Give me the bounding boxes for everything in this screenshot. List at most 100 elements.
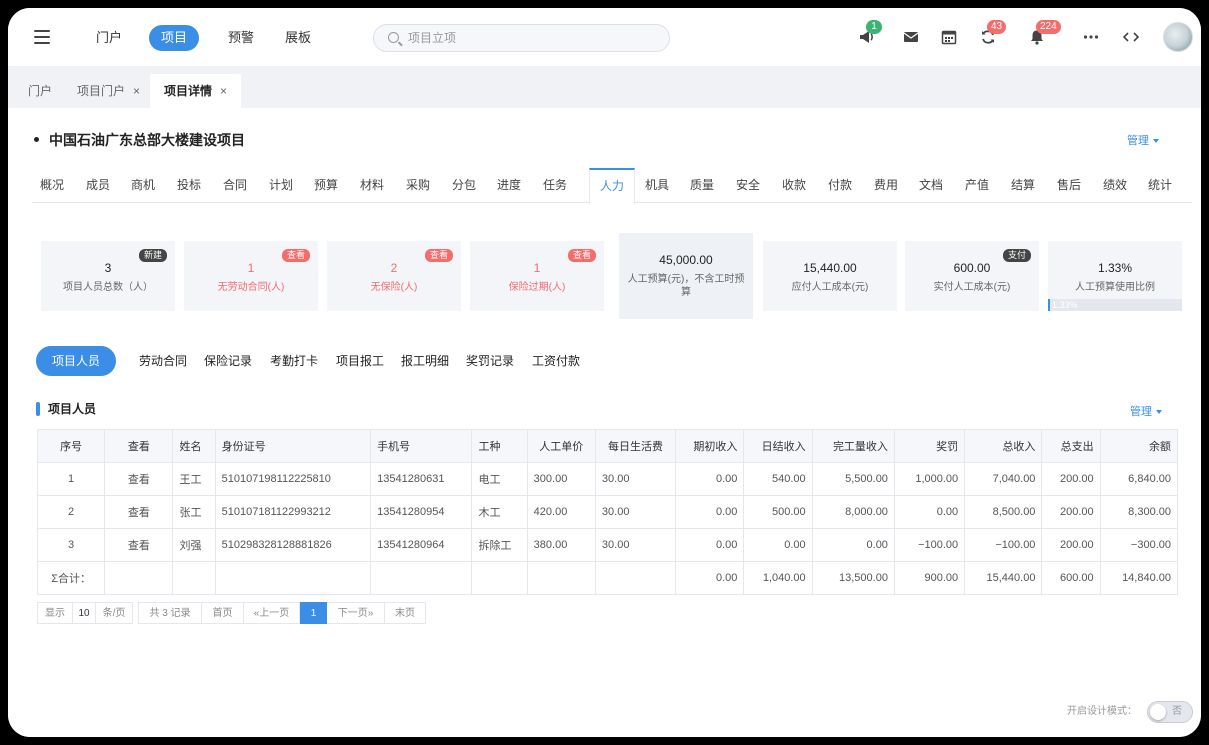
close-icon[interactable]: × [133, 84, 140, 98]
section-manage-dropdown[interactable]: 管理 [1130, 403, 1162, 419]
total-cell [214, 561, 372, 595]
subtab-item[interactable]: 材料 [352, 168, 392, 203]
subtab-item[interactable]: 商机 [123, 168, 163, 203]
subtab-item[interactable]: 进度 [489, 168, 529, 203]
stat-card[interactable]: 1 保险过期(人) 查看 [470, 241, 604, 311]
last-page-button[interactable]: 末页 [385, 602, 426, 624]
table-row: 3 查看 刘强 510298328128881826 13541280964 拆除工 380… [36, 528, 1179, 562]
nav-portal[interactable]: 门户 [84, 25, 134, 51]
tab-portal[interactable]: 门户 [14, 74, 66, 108]
subtab-item[interactable]: 分包 [444, 168, 484, 203]
hr-tab-2[interactable]: 保险记录 [204, 346, 252, 376]
card-action-badge[interactable]: 查看 [281, 249, 310, 262]
search-box[interactable] [373, 24, 670, 52]
menu-icon[interactable] [34, 30, 50, 44]
stat-value: 2 [390, 261, 398, 275]
hr-tab-5[interactable]: 报工明细 [401, 346, 449, 376]
search-icon [388, 32, 399, 43]
total-cell: 1,040.00 [743, 561, 813, 595]
table-cell: 13541280964 [370, 528, 473, 562]
hr-tab-4[interactable]: 项目报工 [336, 346, 384, 376]
view-link[interactable]: 查看 [104, 495, 174, 529]
subtab-item[interactable]: 投标 [169, 168, 209, 203]
nav-warning[interactable]: 预警 [216, 25, 266, 51]
nav-project[interactable]: 项目 [149, 25, 200, 51]
table-cell: 0.00 [811, 528, 895, 562]
card-action-badge[interactable]: 新建 [138, 249, 167, 262]
stat-card[interactable]: 2 无保险(人) 查看 [327, 241, 461, 311]
subtab-item[interactable]: 采购 [398, 168, 438, 203]
nav-board[interactable]: 展板 [273, 25, 323, 51]
manage-dropdown[interactable]: 管理 [1127, 132, 1159, 148]
column-header: 工种 [471, 429, 528, 463]
megaphone-icon[interactable]: 1 [858, 20, 882, 46]
table-cell: 0.00 [675, 462, 745, 496]
subtab-item[interactable]: 安全 [728, 168, 768, 203]
subtab-item[interactable]: 结算 [1003, 168, 1043, 203]
view-link[interactable]: 查看 [104, 528, 174, 562]
search-input[interactable] [408, 25, 658, 51]
hr-tab-0[interactable]: 项目人员 [36, 346, 117, 376]
subtab-item[interactable]: 质量 [682, 168, 722, 203]
first-page-button[interactable]: 首页 [202, 602, 244, 624]
table-cell: 8,500.00 [964, 495, 1043, 529]
bell-badge: 224 [1036, 20, 1061, 34]
code-icon[interactable] [1122, 28, 1140, 46]
subtab-item[interactable]: 统计 [1140, 168, 1180, 203]
card-action-badge[interactable]: 支付 [1002, 249, 1031, 262]
table-cell: 540.00 [743, 462, 813, 496]
stat-card[interactable]: 3 项目人员总数（人） 新建 [41, 241, 175, 311]
card-action-badge[interactable]: 查看 [424, 249, 453, 262]
subtab-item[interactable]: 计划 [261, 168, 301, 203]
subtab-item[interactable]: 合同 [215, 168, 255, 203]
calendar-icon[interactable] [940, 28, 958, 46]
subtab-item[interactable]: 费用 [866, 168, 906, 203]
bell-icon[interactable]: 224 [1028, 20, 1061, 46]
hr-tab-7[interactable]: 工资付款 [532, 346, 580, 376]
subtab-item[interactable]: 任务 [535, 168, 575, 203]
total-cell [370, 561, 473, 595]
subtab-item[interactable]: 成员 [78, 168, 118, 203]
column-header: 日结收入 [743, 429, 813, 463]
table-cell: 0.00 [893, 495, 966, 529]
table-cell: 2 [36, 495, 106, 529]
table-cell: 0.00 [675, 495, 745, 529]
table-cell: 1,000.00 [893, 462, 966, 496]
subtab-item[interactable]: 付款 [820, 168, 860, 203]
subtab-item[interactable]: 绩效 [1095, 168, 1135, 203]
stat-card[interactable]: 1 无劳动合同(人) 查看 [184, 241, 318, 311]
stat-card: 1.33% 人工预算使用比例 1.33% [1048, 241, 1182, 311]
table-cell: 510298328128881826 [214, 528, 372, 562]
next-page-button[interactable]: 下一页» [327, 602, 385, 624]
subtab-item[interactable]: 收款 [774, 168, 814, 203]
progress-text: 1.33% [1052, 300, 1078, 310]
subtab-item[interactable]: 文档 [911, 168, 951, 203]
avatar[interactable] [1163, 22, 1193, 52]
subtab-item[interactable]: 售后 [1049, 168, 1089, 203]
mail-icon[interactable] [902, 28, 920, 46]
prev-page-button[interactable]: «上一页 [244, 602, 300, 624]
column-header: 完工量收入 [811, 429, 895, 463]
design-mode-toggle[interactable]: 否 [1147, 701, 1193, 723]
page-size-select[interactable]: 10 [72, 602, 96, 624]
hr-tab-3[interactable]: 考勤打卡 [270, 346, 318, 376]
subtab-item[interactable]: 产值 [957, 168, 997, 203]
hr-tab-6[interactable]: 奖罚记录 [466, 346, 514, 376]
hr-tab-1[interactable]: 劳动合同 [139, 346, 187, 376]
subtab-item[interactable]: 预算 [306, 168, 346, 203]
card-action-badge[interactable]: 查看 [567, 249, 596, 262]
subtab-item[interactable]: 概况 [32, 168, 72, 203]
table-cell: 30.00 [594, 528, 677, 562]
stat-card[interactable]: 600.00 实付人工成本(元) 支付 [905, 241, 1039, 311]
page-1-button[interactable]: 1 [300, 602, 327, 624]
tab-project-portal[interactable]: 项目门户 × [63, 74, 154, 108]
close-icon[interactable]: × [220, 84, 227, 98]
total-cell: 13,500.00 [811, 561, 895, 595]
sync-icon[interactable]: 43 [979, 20, 1007, 46]
tab-project-detail[interactable]: 项目详情 × [150, 74, 242, 108]
subtab-item[interactable]: 人力 [589, 168, 635, 204]
subtab-item[interactable]: 机具 [637, 168, 677, 203]
progress-fill [1048, 299, 1050, 311]
more-icon[interactable] [1082, 28, 1100, 46]
view-link[interactable]: 查看 [104, 462, 174, 496]
